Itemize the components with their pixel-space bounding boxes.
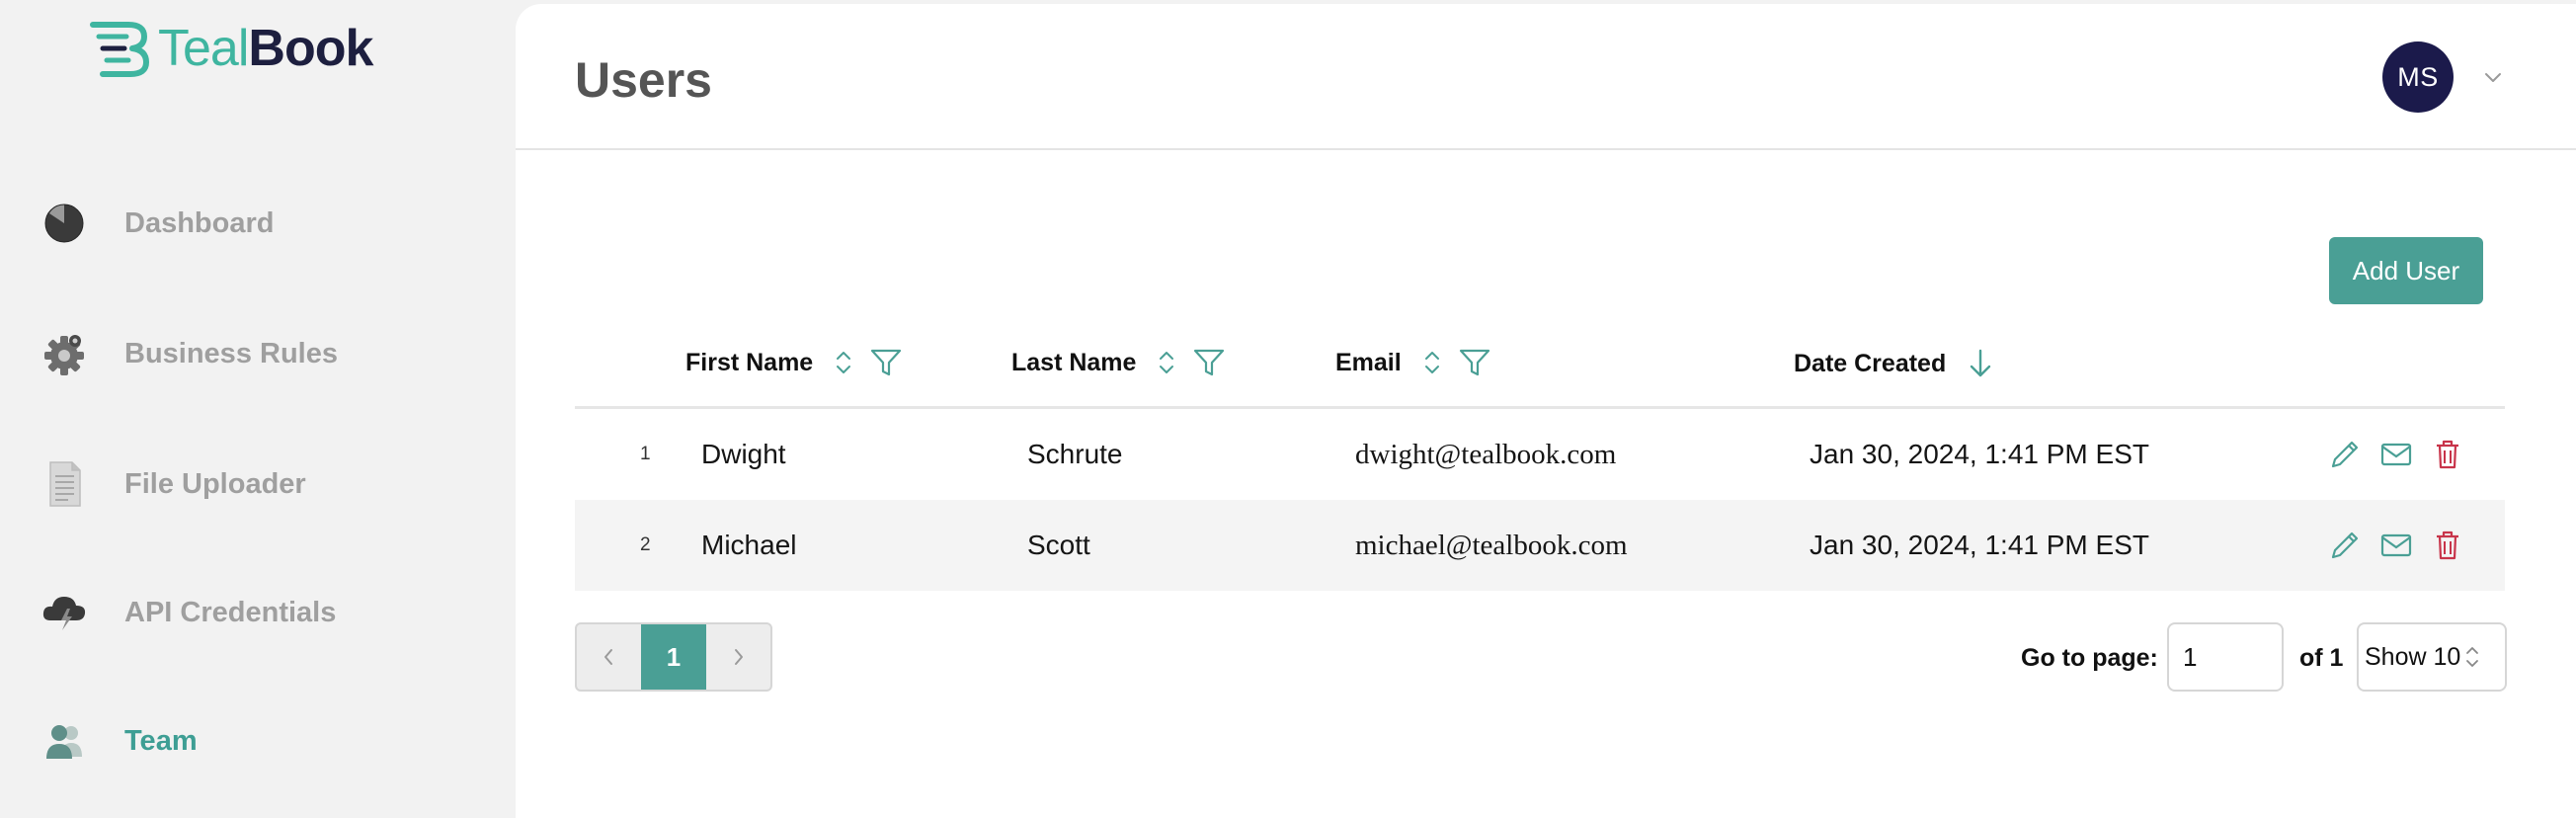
delete-trash-icon[interactable] (2430, 437, 2465, 472)
cell-first-name: Dwight (701, 439, 786, 469)
sidebar-item-team[interactable]: Team (40, 711, 474, 771)
chevron-right-icon (734, 649, 743, 665)
add-user-button[interactable]: Add User (2329, 237, 2483, 304)
cloud-icon (40, 588, 89, 637)
cell-date-created: Jan 30, 2024, 1:41 PM EST (1810, 439, 2149, 469)
sidebar-item-label: API Credentials (124, 596, 337, 628)
sidebar-item-label: Business Rules (124, 337, 338, 369)
chevron-down-icon[interactable] (2481, 65, 2505, 89)
column-label: First Name (685, 348, 814, 376)
sort-descending-icon[interactable] (1968, 348, 1993, 379)
cell-email: michael@tealbook.com (1355, 529, 1628, 561)
row-index: 1 (640, 444, 651, 464)
sort-icon[interactable] (835, 350, 852, 375)
page-title: Users (575, 52, 712, 108)
cell-first-name: Michael (701, 530, 797, 560)
email-envelope-icon[interactable] (2378, 437, 2414, 472)
gear-icon (40, 329, 89, 378)
page-count-label: of 1 (2299, 644, 2344, 672)
sort-icon[interactable] (1158, 350, 1175, 375)
go-to-page-input[interactable] (2167, 622, 2284, 692)
avatar[interactable]: MS (2382, 41, 2454, 113)
team-icon (40, 716, 89, 766)
sidebar-item-business-rules[interactable]: Business Rules (40, 324, 474, 383)
cell-email: dwight@tealbook.com (1355, 438, 1617, 470)
pagination: 1 (575, 622, 772, 692)
column-header-last-name: Last Name (1011, 348, 1225, 377)
column-header-date-created[interactable]: Date Created (1794, 348, 1993, 379)
email-envelope-icon[interactable] (2378, 528, 2414, 563)
cell-last-name: Scott (1027, 530, 1090, 560)
tealbook-logo-mark-icon (90, 22, 149, 77)
page-button-current[interactable]: 1 (640, 624, 707, 690)
column-header-email: Email (1335, 348, 1490, 377)
column-label: Date Created (1794, 349, 1947, 377)
next-page-button[interactable] (706, 624, 770, 690)
sidebar-item-label: Dashboard (124, 206, 275, 239)
go-to-page-label: Go to page: (2021, 644, 2158, 672)
cell-last-name: Schrute (1027, 439, 1123, 469)
page-header: Users MS (516, 4, 2576, 150)
column-label: Last Name (1011, 348, 1137, 376)
cell-date-created: Jan 30, 2024, 1:41 PM EST (1810, 530, 2149, 560)
chevron-left-icon (604, 649, 613, 665)
filter-icon[interactable] (870, 348, 902, 377)
table-row[interactable]: 2 Michael Scott michael@tealbook.com Jan… (575, 500, 2505, 591)
tealbook-logo[interactable]: TealBook (89, 14, 373, 83)
edit-pencil-icon[interactable] (2327, 437, 2363, 472)
document-icon (40, 459, 89, 509)
sidebar-item-label: File Uploader (124, 467, 306, 500)
sidebar-item-label: Team (124, 724, 198, 757)
row-actions (2327, 500, 2465, 591)
users-table: First Name Last Name Email Date Created … (575, 330, 2505, 591)
filter-icon[interactable] (1459, 348, 1490, 377)
column-header-first-name: First Name (685, 348, 902, 377)
sidebar-item-api-credentials[interactable]: API Credentials (40, 583, 474, 642)
pie-chart-icon (40, 199, 89, 248)
chevron-up-down-icon (2466, 647, 2479, 667)
row-actions (2327, 409, 2465, 500)
row-index: 2 (640, 534, 651, 555)
column-label: Email (1335, 348, 1402, 376)
main-panel: Users MS Add User First Name Last Name E… (516, 4, 2576, 818)
sort-icon[interactable] (1423, 350, 1441, 375)
delete-trash-icon[interactable] (2430, 528, 2465, 563)
page-size-value: Show 10 (2365, 642, 2461, 671)
edit-pencil-icon[interactable] (2327, 528, 2363, 563)
sidebar: TealBook Dashboard Business Rules File U… (0, 0, 516, 818)
wordmark-book: Book (248, 20, 373, 77)
wordmark-teal: Teal (158, 20, 249, 77)
sidebar-item-file-uploader[interactable]: File Uploader (40, 454, 474, 514)
avatar-initials: MS (2397, 61, 2439, 92)
table-header: First Name Last Name Email Date Created (575, 330, 2505, 409)
prev-page-button[interactable] (577, 624, 641, 690)
filter-icon[interactable] (1193, 348, 1225, 377)
page-size-select[interactable]: Show 10 (2357, 622, 2507, 692)
tealbook-wordmark: TealBook (158, 20, 373, 77)
sidebar-item-dashboard[interactable]: Dashboard (40, 194, 474, 253)
table-row[interactable]: 1 Dwight Schrute dwight@tealbook.com Jan… (575, 409, 2505, 500)
